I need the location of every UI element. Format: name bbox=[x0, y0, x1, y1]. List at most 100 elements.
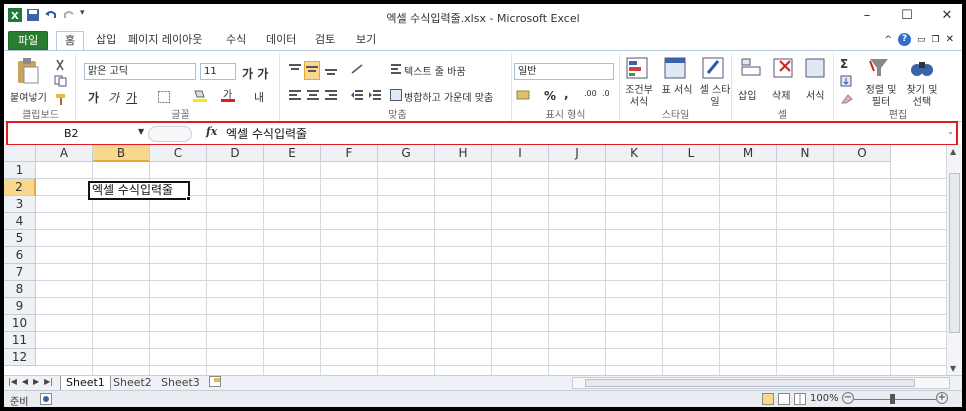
next-sheet-icon[interactable]: ▶ bbox=[33, 377, 39, 386]
sort-filter-icon[interactable] bbox=[868, 57, 890, 82]
italic-icon[interactable]: 가 bbox=[108, 89, 119, 106]
column-header-f[interactable]: F bbox=[321, 145, 378, 162]
tab-review[interactable]: 검토 bbox=[307, 31, 343, 50]
doc-restore-icon[interactable]: ❐ bbox=[932, 35, 940, 45]
help-icon[interactable]: ? bbox=[898, 33, 912, 46]
fill-color-icon[interactable] bbox=[192, 89, 208, 106]
first-sheet-icon[interactable]: |◀ bbox=[8, 377, 17, 386]
horizontal-scrollbar[interactable] bbox=[572, 377, 950, 389]
active-cell-b2[interactable]: 엑셀 수식입력줄 bbox=[88, 181, 190, 200]
align-middle-icon[interactable] bbox=[304, 61, 320, 80]
column-header-l[interactable]: L bbox=[663, 145, 720, 162]
expand-formula-bar-icon[interactable]: ⌄ bbox=[947, 127, 954, 136]
sheet-tab-sheet2[interactable]: Sheet2 bbox=[108, 376, 157, 390]
font-name-combobox[interactable]: 맑은 고딕 bbox=[84, 63, 196, 80]
name-box[interactable]: B2 bbox=[14, 126, 149, 142]
paste-icon[interactable] bbox=[16, 57, 40, 88]
wrap-text-button[interactable]: 텍스트 줄 바꿈 bbox=[404, 63, 466, 78]
tab-view[interactable]: 보기 bbox=[348, 31, 384, 50]
copy-icon[interactable] bbox=[54, 75, 68, 90]
format-cells-icon[interactable] bbox=[804, 57, 826, 82]
select-all-button[interactable] bbox=[4, 145, 36, 162]
align-left-icon[interactable] bbox=[288, 89, 302, 104]
vertical-scrollbar[interactable]: ▲ ▼ bbox=[946, 145, 962, 375]
increase-indent-icon[interactable] bbox=[368, 89, 382, 104]
last-sheet-icon[interactable]: ▶| bbox=[44, 377, 53, 386]
delete-cells-button[interactable]: 삭제 bbox=[772, 87, 790, 102]
horizontal-scroll-thumb[interactable] bbox=[585, 379, 915, 387]
delete-cells-icon[interactable] bbox=[772, 57, 794, 82]
align-top-icon[interactable] bbox=[288, 63, 302, 78]
align-right-icon[interactable] bbox=[324, 89, 338, 104]
accounting-format-icon[interactable] bbox=[516, 89, 532, 104]
conditional-format-icon[interactable] bbox=[626, 57, 648, 82]
bold-icon[interactable]: 가 bbox=[88, 89, 99, 106]
merge-center-button[interactable]: 병합하고 가운데 맞춤 bbox=[404, 89, 493, 104]
find-select-icon[interactable] bbox=[910, 57, 934, 82]
insert-sheet-icon[interactable] bbox=[204, 376, 226, 390]
tab-insert[interactable]: 삽입 bbox=[88, 31, 124, 50]
row-header-10[interactable]: 10 bbox=[4, 315, 36, 332]
row-header-6[interactable]: 6 bbox=[4, 247, 36, 264]
row-header-11[interactable]: 11 bbox=[4, 332, 36, 349]
row-header-7[interactable]: 7 bbox=[4, 264, 36, 281]
page-break-view-icon[interactable] bbox=[794, 393, 806, 407]
formula-input[interactable]: 엑셀 수식입력줄 bbox=[226, 126, 307, 142]
wrap-text-icon[interactable] bbox=[390, 63, 402, 78]
scroll-up-icon[interactable]: ▲ bbox=[950, 147, 956, 156]
close-button[interactable]: ✕ bbox=[936, 8, 958, 24]
prev-sheet-icon[interactable]: ◀ bbox=[22, 377, 28, 386]
normal-view-icon[interactable] bbox=[762, 393, 774, 407]
zoom-level[interactable]: 100% bbox=[810, 393, 839, 404]
format-as-table-icon[interactable] bbox=[664, 57, 686, 82]
column-header-m[interactable]: M bbox=[720, 145, 777, 162]
row-header-12[interactable]: 12 bbox=[4, 349, 36, 366]
number-format-combobox[interactable]: 일반 bbox=[514, 63, 614, 80]
tab-home[interactable]: 홈 bbox=[56, 31, 85, 50]
doc-close-icon[interactable]: ✕ bbox=[946, 34, 954, 45]
cut-icon[interactable] bbox=[54, 59, 66, 74]
zoom-slider-knob[interactable] bbox=[890, 394, 895, 404]
column-header-b[interactable]: B bbox=[93, 145, 150, 162]
comma-style-icon[interactable]: , bbox=[564, 87, 569, 101]
tab-data[interactable]: 데이터 bbox=[258, 31, 304, 50]
grow-font-icon[interactable]: 가 가 bbox=[242, 65, 268, 82]
row-header-2[interactable]: 2 bbox=[4, 179, 36, 196]
row-header-3[interactable]: 3 bbox=[4, 196, 36, 213]
column-header-k[interactable]: K bbox=[606, 145, 663, 162]
zoom-slider[interactable] bbox=[854, 399, 936, 400]
macro-record-icon[interactable] bbox=[40, 393, 52, 407]
row-header-1[interactable]: 1 bbox=[4, 162, 36, 179]
minimize-ribbon-icon[interactable]: ^ bbox=[884, 35, 892, 45]
row-header-8[interactable]: 8 bbox=[4, 281, 36, 298]
column-header-c[interactable]: C bbox=[150, 145, 207, 162]
column-header-e[interactable]: E bbox=[264, 145, 321, 162]
decrease-indent-icon[interactable] bbox=[350, 89, 364, 104]
underline-icon[interactable]: 가 bbox=[126, 89, 137, 106]
column-header-o[interactable]: O bbox=[834, 145, 891, 162]
insert-cells-icon[interactable] bbox=[740, 57, 762, 82]
increase-decimal-icon[interactable]: .00 bbox=[584, 89, 597, 98]
autosum-icon[interactable]: Σ bbox=[840, 57, 848, 71]
scroll-down-icon[interactable]: ▼ bbox=[950, 364, 956, 373]
fill-handle[interactable] bbox=[186, 196, 191, 201]
vertical-scroll-thumb[interactable] bbox=[949, 173, 960, 333]
doc-minimize-icon[interactable]: ▭ bbox=[917, 35, 926, 45]
column-header-i[interactable]: I bbox=[492, 145, 549, 162]
merge-center-icon[interactable] bbox=[390, 89, 402, 104]
tab-formulas[interactable]: 수식 bbox=[218, 31, 254, 50]
insert-cells-button[interactable]: 삽입 bbox=[738, 87, 756, 102]
paste-button[interactable]: 붙여넣기 bbox=[10, 89, 47, 104]
tab-file[interactable]: 파일 bbox=[8, 31, 49, 50]
column-header-d[interactable]: D bbox=[207, 145, 264, 162]
insert-function-button[interactable]: fx bbox=[206, 125, 217, 138]
decrease-decimal-icon[interactable]: .0 bbox=[602, 89, 610, 98]
column-header-n[interactable]: N bbox=[777, 145, 834, 162]
percent-style-icon[interactable]: % bbox=[544, 89, 556, 103]
font-color-icon[interactable]: 가 bbox=[220, 89, 236, 106]
cell-styles-icon[interactable] bbox=[702, 57, 724, 82]
fill-icon[interactable] bbox=[840, 75, 852, 90]
format-as-table-button[interactable]: 표 서식 bbox=[660, 85, 694, 97]
page-layout-view-icon[interactable] bbox=[778, 393, 790, 407]
orientation-icon[interactable] bbox=[350, 63, 366, 78]
